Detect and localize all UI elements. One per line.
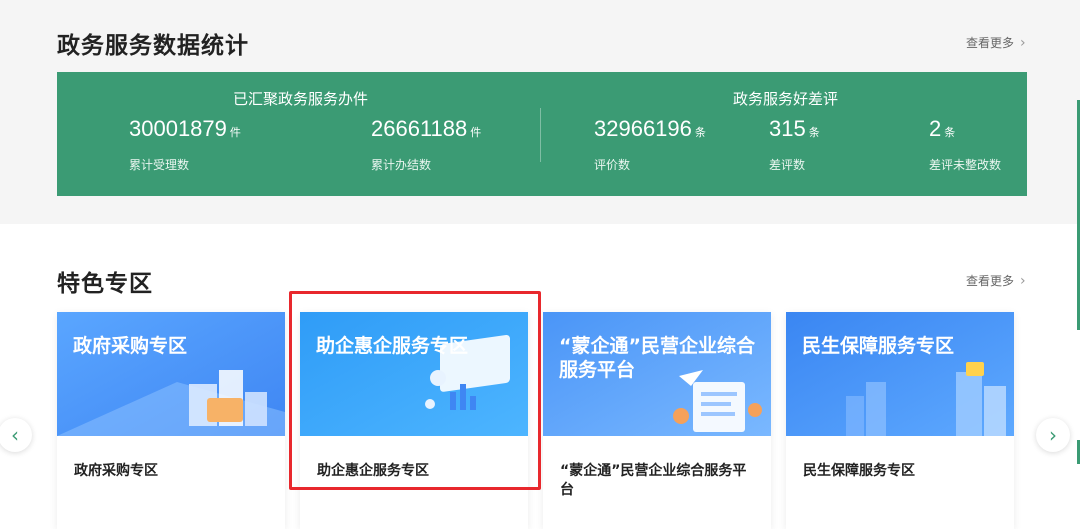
- stat-label: 累计办结数: [371, 158, 432, 172]
- stat-unit: 条: [944, 126, 956, 139]
- procurement-illustration: [57, 312, 285, 436]
- card-banner: 助企惠企服务专区: [300, 312, 528, 436]
- stats-more-link[interactable]: 查看更多 ›: [966, 34, 1026, 51]
- stat-unit: 件: [470, 126, 482, 139]
- card-banner-text: “蒙企通”民营企业综合服务平台: [559, 335, 755, 381]
- stats-divider: [540, 108, 541, 162]
- feature-card-livelihood[interactable]: 民生保障服务专区 民生保障服务专区: [786, 312, 1014, 529]
- feature-card-mengqitong[interactable]: “蒙企通”民营企业综合服务平台 “蒙企通”民营企业综合服务平台: [543, 312, 771, 529]
- feature-more-label: 查看更多: [966, 274, 1015, 288]
- feature-card-enterprise-support[interactable]: 助企惠企服务专区 助企惠企服务专区: [300, 312, 528, 529]
- stat-unrectified: 2条 差评未整改数: [929, 116, 1001, 173]
- card-banner-text: 民生保障服务专区: [802, 335, 955, 357]
- stats-group-title: 已汇聚政务服务办件: [233, 90, 369, 108]
- chevron-right-icon: ›: [1020, 272, 1026, 289]
- card-caption: 助企惠企服务专区: [317, 463, 429, 479]
- stat-reviews: 32966196 条 评价数: [594, 116, 706, 173]
- stat-label: 评价数: [594, 158, 631, 172]
- feature-card-procurement[interactable]: 政府采购专区 政府采购专区: [57, 312, 285, 529]
- stat-unit: 条: [808, 126, 820, 139]
- stat-value: 2: [929, 116, 942, 141]
- stats-group-title: 政务服务好差评: [733, 90, 839, 108]
- livelihood-illustration: [786, 312, 1014, 436]
- card-caption: 民生保障服务专区: [803, 463, 915, 479]
- feature-section-title: 特色专区: [57, 271, 153, 297]
- card-banner-text: 助企惠企服务专区: [316, 335, 469, 357]
- chevron-right-icon: ›: [1020, 34, 1026, 51]
- enterprise-support-illustration: [300, 312, 528, 436]
- carousel-next-button[interactable]: ›: [1036, 418, 1070, 452]
- stat-value: 32966196: [594, 116, 692, 141]
- stat-label: 差评未整改数: [929, 158, 1002, 172]
- stat-unit: 件: [229, 126, 241, 139]
- stats-panel: 已汇聚政务服务办件 政务服务好差评 30001879 件 累计受理数 266611…: [57, 72, 1027, 196]
- stat-completed: 26661188 件 累计办结数: [371, 116, 481, 173]
- stats-more-label: 查看更多: [966, 36, 1015, 50]
- card-banner: “蒙企通”民营企业综合服务平台: [543, 312, 771, 436]
- card-banner: 民生保障服务专区: [786, 312, 1014, 436]
- card-caption: 政府采购专区: [74, 463, 158, 479]
- stat-label: 累计受理数: [129, 158, 190, 172]
- stat-label: 差评数: [769, 158, 806, 172]
- feature-more-link[interactable]: 查看更多 ›: [966, 272, 1026, 289]
- card-banner-text: 政府采购专区: [73, 335, 188, 357]
- carousel-prev-button[interactable]: ‹: [0, 418, 32, 452]
- chevron-left-icon: ‹: [11, 423, 19, 447]
- stats-section-title: 政务服务数据统计: [57, 33, 249, 59]
- card-banner: 政府采购专区: [57, 312, 285, 436]
- stat-unit: 条: [694, 126, 706, 139]
- stat-accepted: 30001879 件 累计受理数: [129, 116, 241, 173]
- stat-value: 30001879: [129, 116, 227, 141]
- stat-value: 26661188: [371, 116, 468, 141]
- stat-bad-reviews: 315 条 差评数: [769, 116, 820, 173]
- card-caption: “蒙企通”民营企业综合服务平台: [560, 463, 747, 498]
- chevron-right-icon: ›: [1049, 423, 1057, 447]
- stat-value: 315: [769, 116, 806, 141]
